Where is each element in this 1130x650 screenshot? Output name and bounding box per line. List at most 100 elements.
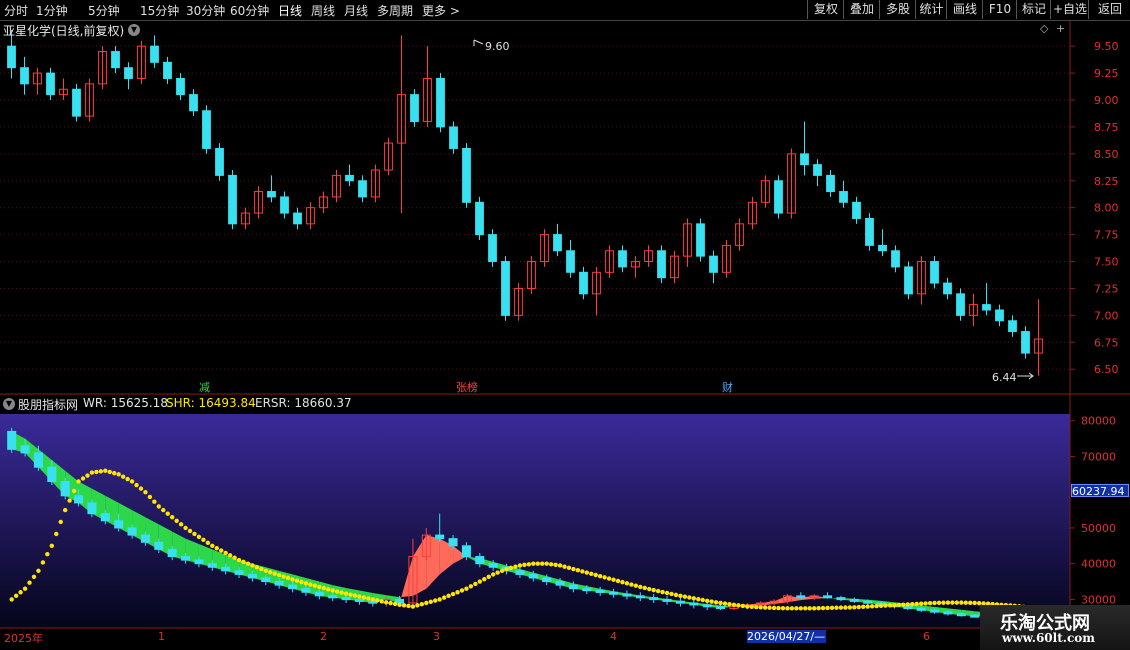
wr-dot [103, 468, 108, 473]
wr-dot [450, 591, 456, 597]
wr-dot [241, 559, 246, 565]
indicator-candle [649, 597, 659, 601]
indicator-candle [916, 607, 926, 611]
price-tick-label: 8.50 [1094, 148, 1119, 161]
wr-dot [883, 603, 888, 608]
diamond-icon[interactable]: ◇ [1040, 22, 1048, 35]
indicator-candle [74, 495, 84, 504]
wr-dot [49, 543, 55, 549]
indicator-candle [595, 589, 605, 593]
candle-body [878, 244, 887, 252]
wr-dot [392, 601, 398, 607]
wr-dot [745, 604, 750, 609]
wr-dot [161, 507, 166, 513]
x-label-4: 4 [610, 630, 617, 643]
candle-body [449, 126, 458, 149]
wr-dot [406, 603, 411, 609]
candle-body [72, 88, 81, 117]
candle-body [982, 304, 991, 311]
current-value-box: 60237.94 [1071, 484, 1129, 498]
wr-dot [98, 469, 104, 474]
wr-dot [169, 515, 175, 520]
wr-dot [294, 578, 300, 583]
indicator-tick-label: 40000 [1081, 558, 1116, 571]
wr-dot [285, 575, 291, 581]
indicator-candle [903, 606, 913, 610]
indicator-candle [140, 534, 150, 543]
indicator-candle [542, 577, 552, 583]
indicator-candle [716, 606, 726, 610]
wr-dot [593, 572, 598, 578]
wr-dot [959, 600, 964, 605]
wr-dot [535, 561, 540, 566]
wr-dot [508, 565, 514, 571]
add-indicator-icon[interactable]: + [1056, 22, 1065, 35]
indicator-candle [154, 541, 164, 550]
wr-dot [330, 588, 335, 593]
indicator-candle [328, 595, 338, 599]
wr-dot [647, 586, 652, 592]
wr-dot [143, 489, 148, 495]
wr-dot [120, 474, 126, 479]
wr-dot [45, 551, 50, 557]
wr-dot [317, 584, 322, 590]
wr-dot [811, 606, 817, 611]
wr-dot [85, 473, 90, 478]
price-tick-label: 9.00 [1094, 94, 1119, 107]
candle-body [501, 261, 510, 316]
high-annotation: 9.60 [473, 39, 510, 53]
indicator-candle [796, 595, 806, 599]
wr-dot [54, 531, 59, 537]
price-tick-label: 7.50 [1094, 256, 1119, 269]
indicator-candle [943, 611, 953, 615]
wr-dot [375, 598, 380, 603]
indicator-candle [261, 577, 271, 583]
ersr-value: ERSR: 18660.37 [255, 396, 352, 410]
indicator-candle [635, 595, 645, 599]
wr-dot [847, 605, 853, 610]
indicator-menu-icon[interactable]: ▼ [3, 398, 15, 410]
wr-dot [495, 570, 500, 575]
wr-dot [40, 560, 46, 565]
candle-body [995, 309, 1004, 322]
wr-dot [361, 595, 367, 600]
candle-body [267, 191, 276, 198]
indicator-candle [288, 584, 298, 590]
wr-dot [803, 606, 808, 611]
candle-body [826, 174, 835, 193]
event-marker-finance[interactable]: 财 [722, 379, 733, 395]
wr-dot [865, 604, 870, 609]
candle-body [1021, 331, 1030, 354]
wr-dot [548, 562, 554, 567]
wr-dot [785, 606, 790, 611]
candle-body [410, 94, 419, 123]
wr-dot [259, 566, 264, 572]
wr-dot [27, 580, 32, 585]
candle-body [930, 261, 939, 284]
wr-dot [441, 595, 447, 600]
wr-dot [633, 583, 639, 588]
event-marker-reduce[interactable]: 减 [199, 379, 210, 395]
wr-dot [941, 600, 946, 605]
event-marker-announce[interactable]: 张榜 [456, 379, 478, 395]
wr-dot [736, 603, 741, 608]
wr-dot [473, 581, 478, 587]
indicator-candle [207, 563, 217, 568]
low-price-label: 6.44 [992, 371, 1017, 384]
wr-dot [682, 594, 688, 599]
wr-dot [696, 596, 701, 602]
wr-dot [397, 602, 402, 607]
wr-dot [36, 568, 41, 574]
chevron-down-icon[interactable]: ▼ [128, 24, 140, 36]
candle-body [20, 67, 29, 85]
candle-body [657, 250, 666, 279]
wr-dot [691, 596, 697, 601]
candle-body [709, 255, 718, 273]
wr-dot [901, 602, 906, 607]
candle-body [202, 110, 211, 149]
watermark-url: www.60lt.com [1002, 631, 1095, 645]
indicator-candle [448, 538, 458, 547]
wr-dot [758, 605, 763, 610]
wr-dot [580, 569, 585, 574]
indicator-candle [247, 573, 257, 579]
